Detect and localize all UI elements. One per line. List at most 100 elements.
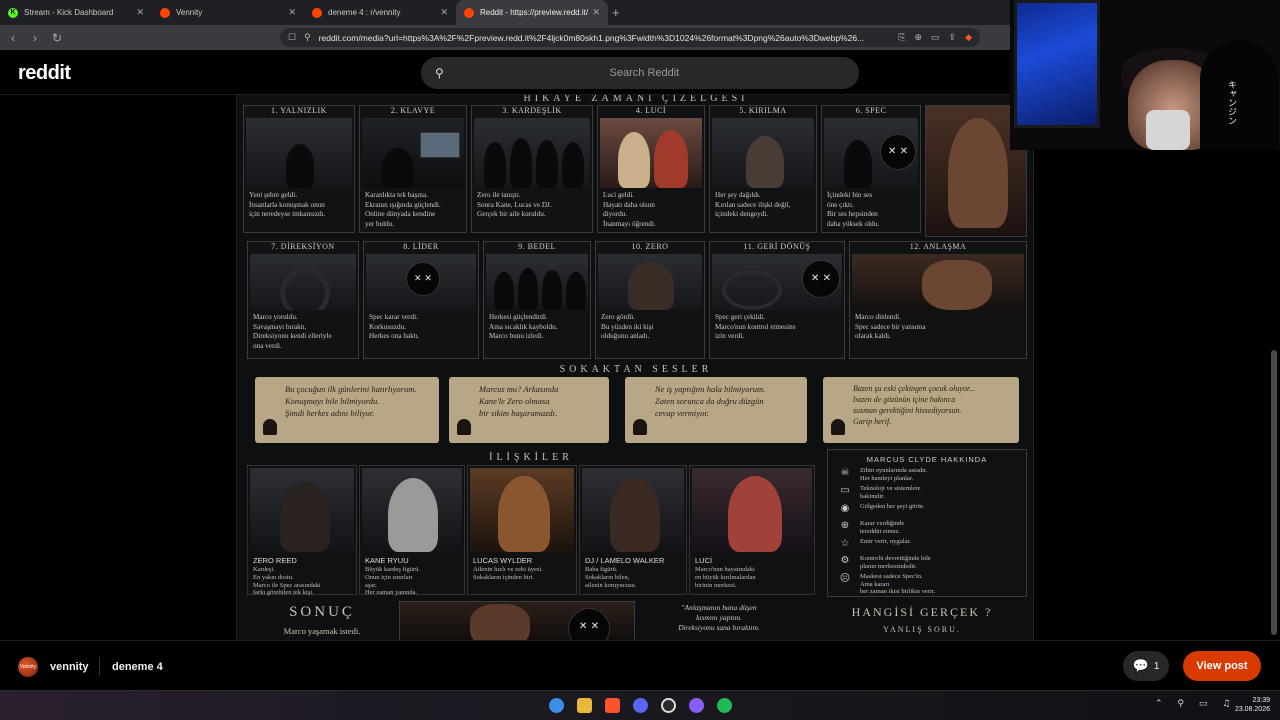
close-tab-icon[interactable]: ✕ <box>136 7 144 18</box>
search-input[interactable]: ⚲ Search Reddit <box>421 57 859 89</box>
tab-2[interactable]: deneme 4 : r/vennity ✕ <box>304 0 456 25</box>
x-mask-icon: ✕ ✕ <box>568 608 610 640</box>
reddit-favicon-icon <box>160 7 170 18</box>
new-tab-icon[interactable]: + <box>612 5 620 20</box>
about-item: ◉ Gölgeden her şeyi görür. <box>828 500 1026 517</box>
address-bar[interactable]: ☐ ⚲ reddit.com/media?url=https%3A%2F%2Fp… <box>280 28 980 47</box>
timeline-title: HİKAYE ZAMANI ÇİZELGESİ <box>523 95 749 104</box>
skull-icon: ☠ <box>840 467 850 478</box>
panel-title: 4. LUCİ <box>635 106 667 115</box>
final-quote: "Anlaşmanın bana düşen kısmını yaptım. D… <box>678 603 760 632</box>
taskbar-clock[interactable]: 23:39 23.08.2026 <box>1228 696 1270 714</box>
clock-date: 23.08.2026 <box>1234 706 1270 713</box>
kick-favicon-icon: K <box>8 7 18 18</box>
timeline-panel: 7. DİREKSİYON Marco yoruldu. Savaşmayı bı… <box>247 241 359 359</box>
obs-icon[interactable] <box>661 698 676 713</box>
comments-button[interactable]: 💬 1 <box>1123 651 1169 681</box>
translate-icon[interactable]: ⎘ <box>898 32 905 43</box>
character-name: ZERO REED <box>253 556 297 565</box>
subreddit-name[interactable]: vennity <box>50 661 89 673</box>
url-text[interactable]: reddit.com/media?url=https%3A%2F%2Fprevi… <box>319 33 890 43</box>
character-card: LUCAS WYLDER Ailenin hızlı ve zeki üyesi.… <box>467 465 577 595</box>
quote-text: Bazen şu eski çekingen çocuk oluyor... b… <box>853 384 976 426</box>
site-info-icon[interactable]: ⚲ <box>304 32 311 43</box>
post-info-bar: Vennity vennity deneme 4 💬 1 View post <box>0 640 1280 690</box>
panel-art <box>246 118 352 188</box>
timeline-panel: 3. KARDEŞLİK Zero ile tanıştı. Sonra Kane… <box>471 105 593 233</box>
gaming-chair: キャンジン <box>1200 40 1278 150</box>
about-text: Emir verir, uygular. <box>860 538 912 545</box>
system-tray[interactable]: ⌃ ⚲ ▭ ♫ <box>1155 699 1236 709</box>
post-title[interactable]: deneme 4 <box>112 661 163 673</box>
scrollbar-thumb[interactable] <box>1271 350 1277 635</box>
tab-1[interactable]: Vennity ✕ <box>152 0 304 25</box>
timeline-panel: 10. ZERO Zero gördü. Bu yüzden iki kişi o… <box>595 241 705 359</box>
panel-text: Luci geldi. Hayatı daha olsun diyordu. İ… <box>603 191 656 228</box>
panel-art <box>712 118 814 188</box>
character-card: KANE RYUU Büyük kardeş figürü. Onun için … <box>359 465 465 596</box>
panel-art <box>474 118 590 188</box>
timeline-panel: 2. KLAVYE Karanlıkta tek başına. Ekranın … <box>359 105 467 233</box>
about-text: Gölgeden her şeyi görür. <box>860 503 925 510</box>
panel-text: Zero gördü. Bu yüzden iki kişi olduğunu … <box>601 313 654 340</box>
window-background <box>1014 0 1100 128</box>
panel-title: 8. LİDER <box>403 242 439 251</box>
about-item: ▭ Teknoloji ve sistemlere hakimdir. <box>828 482 1026 500</box>
character-name: LUCAS WYLDER <box>473 556 533 565</box>
brave-shield-icon[interactable]: ◆ <box>965 32 972 43</box>
app-icon[interactable] <box>689 698 704 713</box>
conclusion-title: SONUÇ <box>289 604 355 620</box>
avatar-text: Vennity <box>19 664 37 670</box>
person-silhouette-icon <box>457 419 471 435</box>
character-portrait <box>362 468 462 552</box>
cast-icon[interactable]: ▭ <box>931 32 940 43</box>
share-icon[interactable]: ⇪ <box>949 32 957 43</box>
file-explorer-icon[interactable] <box>577 698 592 713</box>
view-post-button[interactable]: View post <box>1183 651 1261 681</box>
bookmark-icon[interactable]: ☐ <box>288 32 296 43</box>
about-item: ⚙ Kontrolü devrettiğinde bile planın merk… <box>828 552 1026 570</box>
about-item: ☠ Zihin oyunlarında ustadır. Her hamleyi … <box>828 464 1026 482</box>
brave-browser-icon[interactable] <box>605 698 620 713</box>
mask-icon: ☹ <box>839 573 851 584</box>
panel-art: ✕ ✕ <box>366 254 476 310</box>
tab-0[interactable]: K Stream - Kick Dashboard ✕ <box>0 0 152 25</box>
about-item: ☆ Emir verir, uygular. <box>828 535 1026 552</box>
reload-icon[interactable]: ↻ <box>48 31 66 45</box>
close-tab-icon[interactable]: ✕ <box>592 7 600 18</box>
close-tab-icon[interactable]: ✕ <box>440 7 448 18</box>
back-icon[interactable]: ‹ <box>4 31 22 45</box>
character-text: Ailenin hızlı ve zeki üyesi. Sokakların … <box>473 566 543 581</box>
timeline-panel: 11. GERİ DÖNÜŞ ✕ ✕ Spec geri çekildi. Marc… <box>709 241 845 359</box>
quote-text: Ne iş yaptığını hala bilmiyorum. Zaten s… <box>655 384 766 418</box>
reddit-logo[interactable]: reddit <box>18 62 71 85</box>
panel-art: ✕ ✕ <box>824 118 918 188</box>
spotify-icon[interactable] <box>717 698 732 713</box>
comment-icon: 💬 <box>1132 658 1149 673</box>
panel-text: Yeni şehre geldi. İnsanlarla konuşmak on… <box>249 191 326 218</box>
which-real-text: YANLIŞ SORU. <box>883 625 961 634</box>
panel-title: 1. YALNIZLIK <box>271 106 327 115</box>
panel-title: 3. KARDEŞLİK <box>502 106 562 115</box>
tab-3[interactable]: Reddit - https://preview.redd.it/✕ <box>456 0 608 25</box>
close-tab-icon[interactable]: ✕ <box>288 7 296 18</box>
quote-card: Bazen şu eski çekingen çocuk oluyor... b… <box>823 377 1019 443</box>
viewer-scrollbar[interactable] <box>1271 95 1277 640</box>
x-mask-icon: ✕ ✕ <box>880 134 916 170</box>
zoom-icon[interactable]: ⊕ <box>914 32 922 43</box>
poster-image: HİKAYE ZAMANI ÇİZELGESİ 1. YALNIZLIK Yeni… <box>236 95 1034 640</box>
panel-text: Marco dinlendi. Spec sadece bir yansıma … <box>855 313 926 340</box>
subreddit-avatar[interactable]: Vennity <box>18 657 38 677</box>
panel-art <box>600 118 702 188</box>
panel-text: İçindeki bin ses öne çıktı. Bir ses heps… <box>827 191 880 228</box>
panel-art <box>486 254 588 310</box>
timeline-panel: 5. KIRILMA Her şey dağıldı. Kırılan sadec… <box>709 105 817 233</box>
widgets-icon[interactable] <box>549 698 564 713</box>
comments-count: 1 <box>1153 660 1160 672</box>
star-icon: ☆ <box>840 538 850 549</box>
forward-icon[interactable]: › <box>26 31 44 45</box>
discord-icon[interactable] <box>633 698 648 713</box>
quote-text: Bu çocuğun ilk günlerini hatırlıyorum. K… <box>285 384 417 418</box>
panel-title: 10. ZERO <box>631 242 669 251</box>
media-viewer: HİKAYE ZAMANI ÇİZELGESİ 1. YALNIZLIK Yeni… <box>0 95 1280 640</box>
